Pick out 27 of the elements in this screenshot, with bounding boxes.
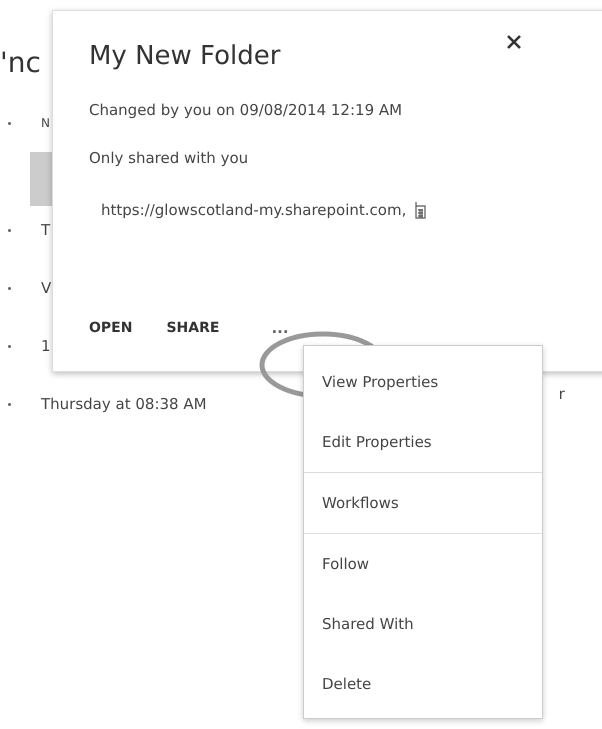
callout-title: My New Folder (89, 41, 280, 71)
bullet-dot (8, 286, 11, 290)
page-heading-fragment: 'nc (0, 46, 41, 79)
list-item-text: T (41, 221, 50, 239)
menu-item[interactable]: Delete (304, 654, 542, 714)
menu-item[interactable]: Edit Properties (304, 412, 542, 472)
menu-item[interactable]: Follow (304, 534, 542, 594)
menu-item[interactable]: View Properties (304, 352, 542, 412)
close-icon[interactable] (505, 33, 523, 51)
callout-action-button[interactable]: SHARE (166, 320, 220, 336)
bullet-dot (8, 344, 11, 348)
menu-item[interactable]: Workflows (304, 473, 542, 533)
device-icon (414, 201, 426, 219)
bullet-dot (8, 228, 11, 232)
list-item-text: N (41, 116, 50, 130)
list-item-text: Thursday at 08:38 AM (41, 395, 207, 413)
list-item-text: V (41, 279, 52, 297)
list-item-text: r (558, 385, 565, 403)
more-options-button[interactable]: ... (267, 319, 293, 337)
menu-item[interactable]: Shared With (304, 594, 542, 654)
sharing-info: Only shared with you (89, 149, 250, 167)
folder-url: https://glowscotland-my.sharepoint.com, (101, 201, 406, 219)
bullet-dot (8, 402, 11, 406)
changed-info: Changed by you on 09/08/2014 12:19 AM (89, 101, 404, 119)
bullet-dot (8, 122, 11, 124)
list-item-text: 1 (41, 337, 51, 355)
callout-action-button[interactable]: OPEN (89, 320, 132, 336)
